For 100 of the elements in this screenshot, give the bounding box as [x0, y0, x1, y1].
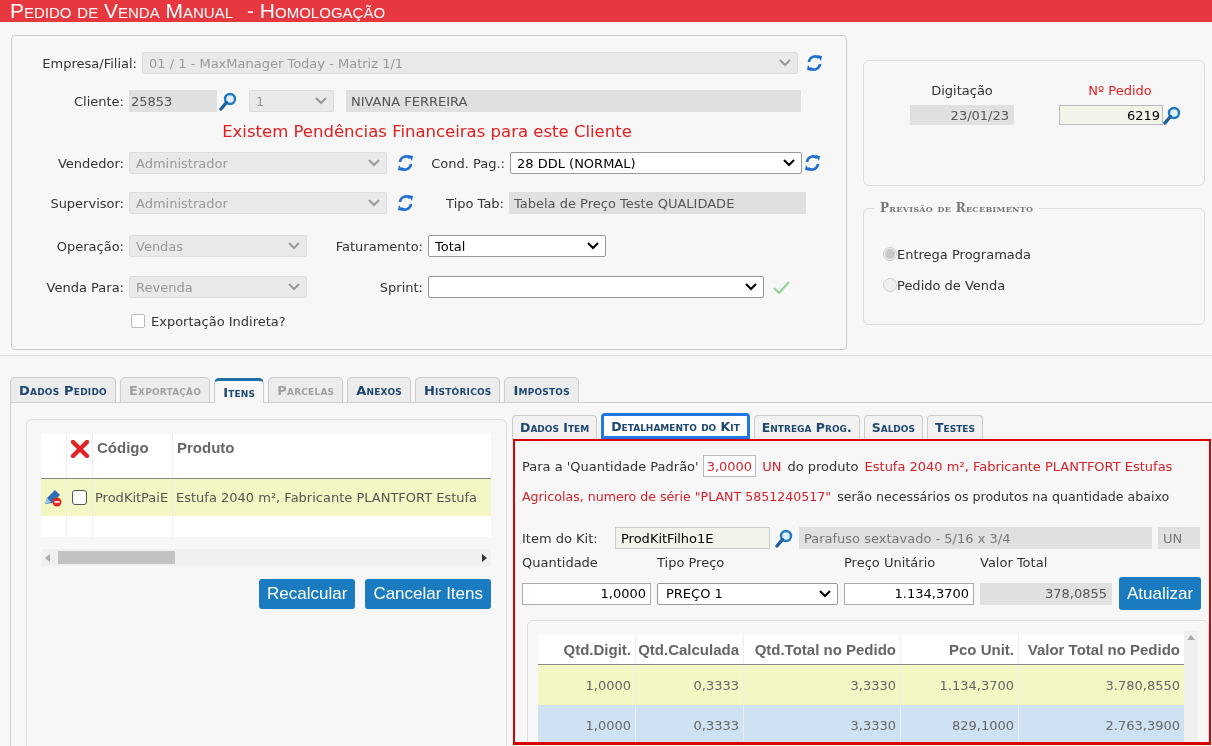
input-field[interactable]: 1.134,3700	[844, 582, 974, 605]
table-cell: 0,3333	[636, 705, 744, 742]
field-label: Venda Para:	[45, 279, 125, 295]
chevron-icon	[745, 283, 757, 291]
column-header: Qtd.Calculada	[636, 635, 744, 664]
action-button[interactable]: Cancelar Itens	[365, 579, 491, 609]
column-header: Produto	[176, 438, 236, 458]
tab[interactable]: Dados Item	[512, 415, 598, 439]
field-label: Nº Pedido	[1088, 83, 1152, 100]
scroll-right-arrow-icon[interactable]	[482, 553, 487, 562]
action-button[interactable]: Recalcular	[259, 579, 356, 609]
chevron-icon	[315, 97, 327, 105]
kit-item-code-field[interactable]: ProdKitFilho1E	[615, 527, 770, 549]
chevron-icon	[587, 242, 599, 250]
group-title: Previsão de Recebimento	[874, 201, 1040, 215]
field-label: Quantidade	[522, 555, 599, 572]
table-row[interactable]: 1,0000 0,3333 3,3330 829,1000 2.763,3900	[538, 705, 1184, 742]
tab[interactable]: Entrega Prog.	[753, 415, 860, 439]
instruction-text: serão necessários os produtos na quantidade abaixo	[837, 488, 1170, 504]
radio-label: Pedido de Venda	[897, 277, 1006, 293]
field-label: Sprint:	[378, 279, 424, 295]
field-label: Operação:	[55, 238, 125, 254]
price-table-field: Tabela de Preço Teste QUALIDADE	[509, 192, 806, 214]
scrollbar[interactable]	[41, 549, 491, 566]
field-label: Tipo Tab:	[445, 195, 505, 211]
field-label: Digitação	[931, 83, 993, 100]
unit-field: UN	[1158, 527, 1200, 549]
field-label: Faturamento:	[334, 238, 424, 254]
update-button[interactable]: Atualizar	[1119, 577, 1202, 610]
search-icon[interactable]	[1163, 105, 1181, 125]
tab[interactable]: Detalhamento do Kit	[601, 413, 750, 439]
refresh-icon[interactable]	[806, 54, 823, 72]
search-icon[interactable]	[219, 91, 237, 111]
client-code-field[interactable]: 25853	[129, 90, 217, 112]
tab[interactable]: Dados Pedido	[10, 377, 116, 402]
dropdown[interactable]	[428, 276, 764, 298]
tab[interactable]: Itens	[214, 378, 265, 403]
radio-button[interactable]	[883, 247, 897, 261]
table-cell: ProdKitPaiE	[93, 479, 173, 516]
kit-item-description-field: Parafuso sextavado - 5/16 x 3/4	[799, 527, 1152, 549]
chevron-icon	[368, 199, 380, 207]
table-row[interactable]: 1,0000 0,3333 3,3330 1.134,3700 3.780,8550	[538, 665, 1184, 705]
table-cell: 829,1000	[901, 705, 1019, 742]
field-label: Supervisor:	[49, 195, 125, 211]
page-title: Pedido de Venda Manual	[10, 0, 234, 22]
total-value-field: 378,0855	[980, 582, 1112, 605]
dropdown[interactable]: Total	[428, 235, 606, 257]
table-cell-text: Estufa 2040 m², Fabricante PLANTFORT Estufa	[175, 489, 479, 507]
tab[interactable]: Impostos	[504, 377, 579, 402]
client-name-field: NIVANA FERREIRA	[346, 90, 801, 112]
field-label: Cliente:	[73, 93, 125, 109]
chevron-icon	[779, 59, 791, 67]
grid-row[interactable]: ProdKitPaiE Estufa 2040 m², Fabricante PLANTFORT Estufa	[41, 479, 491, 516]
refresh-icon[interactable]	[397, 154, 414, 172]
field-label: Item do Kit:	[522, 530, 599, 546]
radio-button[interactable]	[883, 278, 897, 292]
search-icon[interactable]	[775, 528, 793, 548]
refresh-icon[interactable]	[397, 194, 414, 212]
pencil-icon[interactable]	[43, 488, 63, 507]
checkbox[interactable]	[131, 314, 145, 328]
delete-icon[interactable]	[70, 440, 89, 458]
tab[interactable]: Anexos	[347, 377, 411, 402]
chevron-icon	[288, 242, 300, 250]
standard-quantity-field: 3,0000	[702, 455, 757, 477]
chevron-icon	[368, 159, 380, 167]
table-cell: 1,0000	[538, 705, 636, 742]
checkbox[interactable]	[72, 490, 87, 505]
column-header: Qtd.Digit.	[538, 635, 636, 664]
column-header: Qtd.Total no Pedido	[744, 635, 901, 664]
field-label: Valor Total	[980, 555, 1049, 572]
radio-label: Entrega Programada	[897, 246, 1031, 262]
chevron-icon	[783, 159, 795, 167]
chevron-icon	[288, 283, 300, 291]
environment-label: - Homologação	[247, 0, 386, 22]
tab[interactable]: Testes	[927, 415, 983, 439]
intro-text: Para a 'Quantidade Padrão'	[522, 458, 699, 474]
product-prefix-text: do produto	[787, 458, 859, 474]
scrollbar[interactable]	[1184, 631, 1198, 742]
dropdown[interactable]: PREÇO 1	[657, 582, 838, 605]
input-field[interactable]: 1,0000	[522, 582, 651, 605]
unit-text: UN	[762, 458, 782, 474]
field-label: Tipo Preço	[657, 555, 726, 572]
checkbox-label: Exportação Indireta?	[151, 313, 286, 329]
product-name-text: Agricolas, numero de série "PLANT 5851240517"	[522, 488, 832, 504]
check-icon	[773, 280, 790, 294]
field-label: Cond. Pag.:	[430, 155, 506, 171]
chevron-icon	[819, 589, 831, 598]
order-number-field[interactable]: 6219	[1059, 105, 1163, 125]
column-header: Código	[93, 434, 173, 478]
tab[interactable]: Históricos	[414, 377, 501, 402]
date-field: 23/01/23	[910, 105, 1014, 125]
field-label: Empresa/Filial:	[41, 55, 138, 71]
column-header: Pco Unit.	[901, 635, 1019, 664]
table-cell: 3,3330	[744, 705, 901, 742]
dropdown[interactable]: 28 DDL (NORMAL)	[510, 152, 802, 174]
product-name-text: Estufa 2040 m², Fabricante PLANTFORT Estufas	[864, 458, 1173, 474]
field-label: Vendedor:	[56, 155, 125, 171]
warning-message: Existem Pendências Financeiras para este Cliente	[222, 122, 632, 141]
refresh-icon[interactable]	[804, 154, 821, 172]
tab[interactable]: Saldos	[863, 415, 923, 439]
